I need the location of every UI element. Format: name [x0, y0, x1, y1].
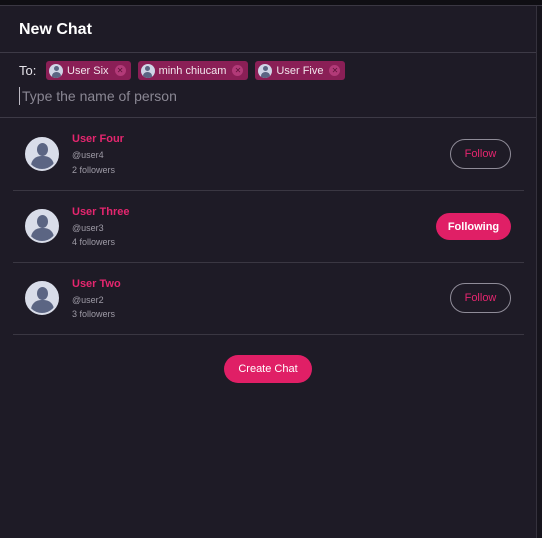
recipient-chips: User Six ✕ minh chiucam ✕ User Five ✕ [46, 61, 346, 80]
user-avatar-icon [140, 63, 155, 78]
user-avatar-icon [25, 137, 59, 171]
user-followers: 2 followers [72, 165, 116, 175]
following-button[interactable]: Following [436, 213, 511, 240]
user-handle: @user3 [72, 223, 104, 233]
remove-chip-icon[interactable]: ✕ [114, 65, 126, 76]
recipient-chip: minh chiucam ✕ [137, 61, 249, 80]
create-chat-button[interactable]: Create Chat [224, 355, 312, 383]
page-title: New Chat [19, 21, 92, 38]
follow-button[interactable]: Follow [450, 283, 511, 313]
user-followers: 3 followers [72, 309, 116, 319]
user-list-item[interactable]: User Two @user2 3 followers Follow [13, 263, 524, 335]
user-list-item[interactable]: User Three @user3 4 followers Following [13, 191, 524, 263]
new-chat-panel: New Chat To: User Six ✕ minh chiucam ✕ U… [0, 7, 536, 538]
user-handle: @user2 [72, 295, 104, 305]
user-handle: @user4 [72, 150, 104, 160]
recipient-chip-label: User Five [276, 64, 324, 77]
to-label: To: [19, 63, 37, 78]
person-search-input[interactable] [19, 87, 519, 105]
follow-button[interactable]: Follow [450, 139, 511, 169]
recipient-chip-label: User Six [67, 64, 109, 77]
recipient-chip-label: minh chiucam [158, 64, 227, 77]
remove-chip-icon[interactable]: ✕ [232, 65, 244, 76]
user-avatar-icon [258, 63, 273, 78]
user-followers: 4 followers [72, 237, 116, 247]
user-avatar-icon [25, 209, 59, 243]
header-divider [0, 52, 536, 53]
remove-chip-icon[interactable]: ✕ [329, 65, 341, 76]
window-top-bar [0, 0, 542, 6]
recipient-chip: User Five ✕ [255, 61, 346, 80]
row-divider [13, 334, 524, 335]
user-avatar-icon [25, 281, 59, 315]
user-avatar-icon [49, 63, 63, 78]
scrollbar-track[interactable] [536, 6, 542, 538]
user-name: User Two [72, 278, 121, 290]
user-name: User Three [72, 206, 130, 218]
recipient-chip: User Six ✕ [46, 61, 131, 80]
user-name: User Four [72, 133, 124, 145]
user-list-item[interactable]: User Four @user4 2 followers Follow [13, 118, 524, 190]
